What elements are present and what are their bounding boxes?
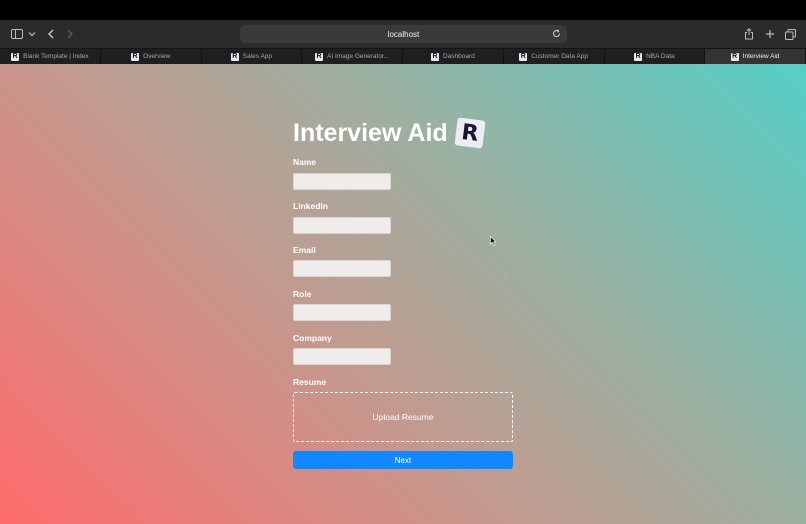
tab-favicon-icon: R [430,52,439,61]
tab-label: Blank Template | Index [23,53,89,60]
tab-favicon-icon: R [230,52,239,61]
upload-resume-dropzone[interactable]: Upload Resume [293,392,513,442]
name-field[interactable] [293,173,391,190]
address-bar[interactable]: localhost [240,25,567,43]
sidebar-icon[interactable] [10,20,24,48]
company-label: Company [293,333,332,343]
forward-icon[interactable] [64,20,76,48]
reload-icon[interactable] [551,28,562,39]
tab-label: Overview [143,53,171,60]
new-tab-icon[interactable] [763,20,777,48]
tab-favicon-icon: R [634,52,643,61]
company-field[interactable] [293,348,391,365]
logo-icon: R [454,117,486,149]
tab-label: Dashboard [442,53,475,60]
page-content: Interview Aid R Name LinkedIn Email Role… [0,64,806,524]
back-icon[interactable] [45,20,57,48]
tab-favicon-icon: R [131,52,140,61]
tab-nba-data[interactable]: R NBA Data [605,49,706,64]
tab-label: Interview Aid [742,53,780,60]
tab-dashboard[interactable]: R Dashboard [403,49,504,64]
linkedin-label: LinkedIn [293,201,328,211]
share-icon[interactable] [742,20,756,48]
screen-top-bar [0,0,806,20]
tab-bar: R Blank Template | Index R Overview R Sales… [0,48,806,64]
tab-customer-data-app[interactable]: R Customer Data App [504,49,605,64]
role-field[interactable] [293,304,391,321]
address-text: localhost [387,29,420,39]
next-button[interactable]: Next [293,451,513,469]
tab-overview-icon[interactable] [783,20,797,48]
tab-label: AI Image Generator... [327,53,390,60]
mouse-cursor-icon [490,236,497,246]
tab-sales-app[interactable]: R Sales App [202,49,303,64]
chevron-down-icon[interactable] [27,20,37,48]
tab-interview-aid[interactable]: R Interview Aid [705,49,806,64]
tab-favicon-icon: R [315,52,324,61]
tab-label: Sales App [242,53,273,60]
tab-label: NBA Data [646,53,675,60]
tab-label: Customer Data App [531,53,588,60]
role-label: Role [293,289,312,299]
email-label: Email [293,245,316,255]
tab-overview[interactable]: R Overview [101,49,202,64]
tab-favicon-icon: R [519,52,528,61]
upload-resume-label: Upload Resume [372,412,434,422]
email-field[interactable] [293,260,391,277]
app-header: Interview Aid R [293,117,486,149]
tab-ai-image-generator[interactable]: R AI Image Generator... [302,49,403,64]
tab-favicon-icon: R [11,52,20,61]
tab-favicon-icon: R [730,52,739,61]
tab-blank-template[interactable]: R Blank Template | Index [0,49,101,64]
page-title: Interview Aid [293,119,448,147]
name-label: Name [293,157,317,167]
resume-label: Resume [293,377,327,387]
linkedin-field[interactable] [293,217,391,234]
